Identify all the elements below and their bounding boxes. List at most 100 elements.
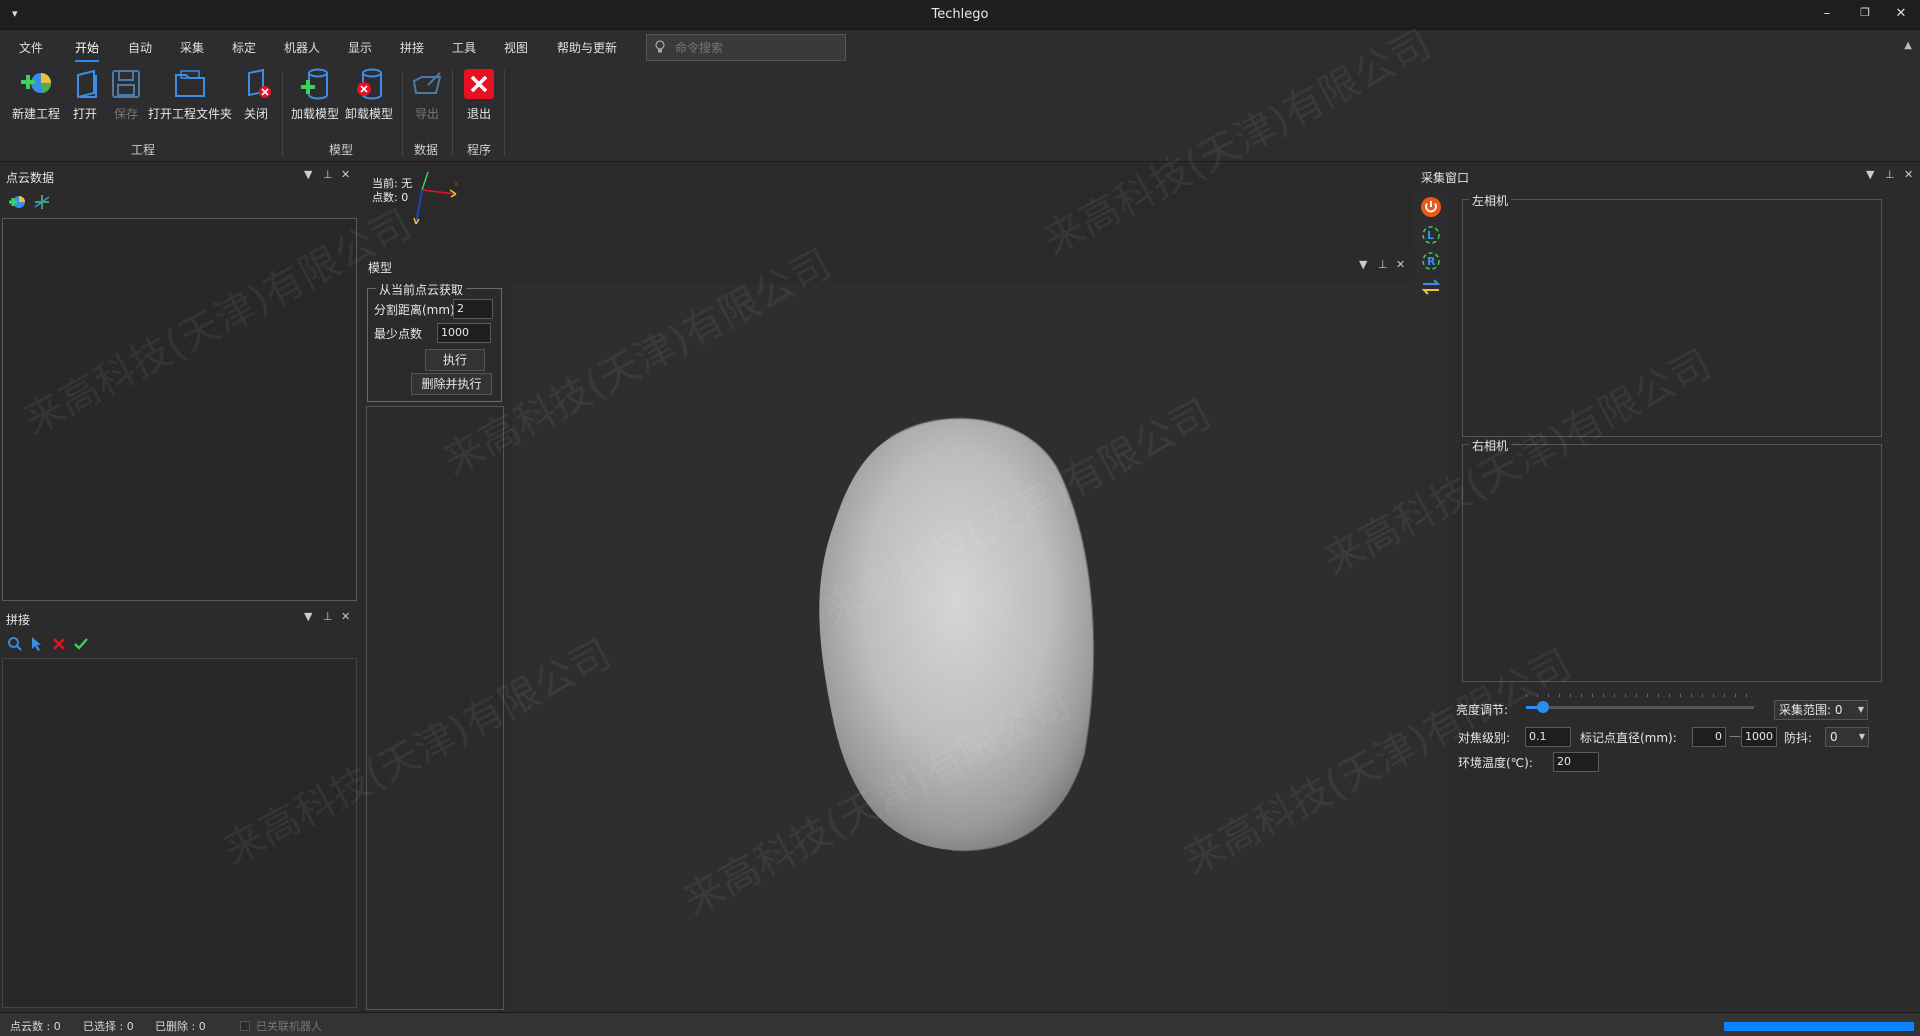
model-mesh: [819, 417, 1095, 852]
model-viewport[interactable]: [512, 284, 1412, 1010]
dock-pin-icon[interactable]: ⊥: [323, 610, 333, 623]
axis-gizmo-icon: x: [413, 171, 459, 225]
split-distance-label: 分割距离(mm): [374, 303, 455, 317]
exit-button[interactable]: 退出: [462, 67, 496, 127]
minimize-button[interactable]: –: [1816, 6, 1838, 24]
shake-select[interactable]: 0 ▼: [1825, 727, 1869, 747]
menu-display[interactable]: 显示: [348, 39, 372, 56]
confirm-check-icon[interactable]: [73, 636, 89, 655]
zoom-icon[interactable]: [7, 636, 23, 655]
svg-text:R: R: [1427, 255, 1436, 268]
new-project-label: 新建工程: [11, 107, 60, 121]
exit-label: 退出: [466, 107, 491, 121]
model-list[interactable]: [366, 406, 504, 1010]
add-cloud-icon[interactable]: [8, 194, 26, 213]
menu-robot[interactable]: 机器人: [284, 39, 320, 56]
load-model-button[interactable]: 加载模型: [290, 67, 340, 127]
menu-help-update[interactable]: 帮助与更新: [557, 39, 617, 56]
dock-close-icon[interactable]: ✕: [1396, 258, 1405, 271]
export-button[interactable]: 导出: [410, 67, 444, 127]
robot-linked-checkbox[interactable]: [240, 1021, 250, 1031]
save-button[interactable]: 保存: [109, 67, 143, 127]
right-camera-icon[interactable]: R: [1420, 250, 1442, 275]
search-input[interactable]: [675, 39, 835, 57]
pointcloud-list[interactable]: [2, 218, 357, 601]
dock-close-icon[interactable]: ✕: [1904, 168, 1913, 181]
collapse-ribbon-icon[interactable]: ▲: [1904, 40, 1912, 51]
menu-tools[interactable]: 工具: [452, 39, 476, 56]
overlay-points: 点数: 0: [372, 191, 409, 204]
menu-bar: 文件 开始 自动 采集 标定 机器人 显示 拼接 工具 视图 帮助与更新: [0, 30, 1920, 62]
brightness-label: 亮度调节:: [1456, 703, 1509, 717]
close-window-button[interactable]: ✕: [1890, 6, 1912, 24]
axis-tool-icon[interactable]: [33, 194, 51, 213]
window-title: Techlego: [931, 7, 989, 22]
menu-file[interactable]: 文件: [19, 39, 43, 56]
brightness-slider[interactable]: [1526, 694, 1754, 714]
dock-menu-icon[interactable]: ▼: [304, 168, 312, 181]
marker-min-input[interactable]: 0: [1692, 727, 1726, 747]
save-label: 保存: [113, 107, 138, 121]
group-label-model: 模型: [329, 143, 354, 157]
min-points-input[interactable]: 1000: [437, 323, 491, 343]
ribbon-separator: [282, 70, 283, 156]
export-icon: [410, 67, 444, 101]
menu-calibrate[interactable]: 标定: [232, 39, 256, 56]
menu-auto[interactable]: 自动: [128, 39, 152, 56]
ribbon-separator: [504, 70, 505, 156]
menu-capture[interactable]: 采集: [180, 39, 204, 56]
marker-max-input[interactable]: 1000: [1741, 727, 1777, 747]
menu-stitch[interactable]: 拼接: [400, 39, 424, 56]
ribbon-separator: [452, 70, 453, 156]
restore-button[interactable]: ❐: [1854, 6, 1876, 24]
svg-text:L: L: [1427, 229, 1434, 242]
pointcloud-dock: 点云数据 ▼ ⊥ ✕: [0, 164, 358, 604]
extract-groupbox: 从当前点云获取 分割距离(mm) 2 最少点数 1000 执行 删除并执行: [367, 281, 502, 402]
dock-menu-icon[interactable]: ▼: [304, 610, 312, 623]
dock-close-icon[interactable]: ✕: [341, 610, 350, 623]
ribbon-separator: [402, 70, 403, 156]
unload-model-label: 卸载模型: [344, 107, 393, 121]
open-button[interactable]: 打开: [70, 67, 100, 127]
stitch-dock: 拼接 ▼ ⊥ ✕: [0, 606, 358, 1010]
power-icon[interactable]: [1420, 196, 1442, 221]
capture-range-value: 采集范围: 0: [1779, 703, 1843, 717]
swap-icon[interactable]: [1420, 276, 1442, 301]
pointcloud-dock-header: 点云数据 ▼ ⊥ ✕: [0, 164, 358, 188]
left-camera-icon[interactable]: L: [1420, 224, 1442, 249]
dock-menu-icon[interactable]: ▼: [1359, 258, 1367, 271]
dock-pin-icon[interactable]: ⊥: [323, 168, 333, 181]
capture-toolbar: L R: [1414, 190, 1448, 1010]
capture-range-select[interactable]: 采集范围: 0 ▼: [1774, 700, 1868, 720]
dock-pin-icon[interactable]: ⊥: [1378, 258, 1388, 271]
menu-view[interactable]: 视图: [504, 39, 528, 56]
select-cursor-icon[interactable]: [30, 636, 44, 655]
open-label: 打开: [72, 107, 97, 121]
pointcloud-dock-title: 点云数据: [6, 171, 55, 185]
temperature-input[interactable]: 20: [1553, 752, 1599, 772]
stitch-dock-header: 拼接 ▼ ⊥ ✕: [0, 606, 358, 630]
split-distance-input[interactable]: 2: [453, 299, 493, 319]
open-project-folder-button[interactable]: 打开工程文件夹: [147, 67, 233, 127]
unload-model-button[interactable]: 卸载模型: [344, 67, 394, 127]
stitch-list[interactable]: [2, 658, 357, 1008]
execute-button[interactable]: 执行: [425, 349, 485, 371]
menu-start[interactable]: 开始: [75, 39, 100, 62]
stitch-dock-title: 拼接: [6, 613, 31, 627]
command-search[interactable]: [646, 34, 846, 61]
status-bar: 点云数 : 0 已选择 : 0 已删除 : 0 已关联机器人: [0, 1012, 1920, 1036]
dock-close-icon[interactable]: ✕: [341, 168, 350, 181]
close-project-label: 关闭: [243, 107, 268, 121]
close-doc-icon: [241, 67, 275, 101]
new-project-button[interactable]: 新建工程: [10, 67, 62, 127]
close-project-button[interactable]: 关闭: [241, 67, 271, 127]
marker-range-dash: —: [1729, 729, 1741, 743]
delete-and-execute-button[interactable]: 删除并执行: [411, 373, 492, 395]
temperature-label: 环境温度(℃):: [1458, 756, 1533, 770]
chevron-down-icon: ▼: [1857, 705, 1864, 714]
delete-icon[interactable]: [51, 636, 67, 655]
dock-menu-icon[interactable]: ▼: [1866, 168, 1874, 181]
dock-pin-icon[interactable]: ⊥: [1885, 168, 1895, 181]
slider-thumb[interactable]: [1537, 701, 1549, 713]
focus-input[interactable]: 0.1: [1525, 727, 1571, 747]
